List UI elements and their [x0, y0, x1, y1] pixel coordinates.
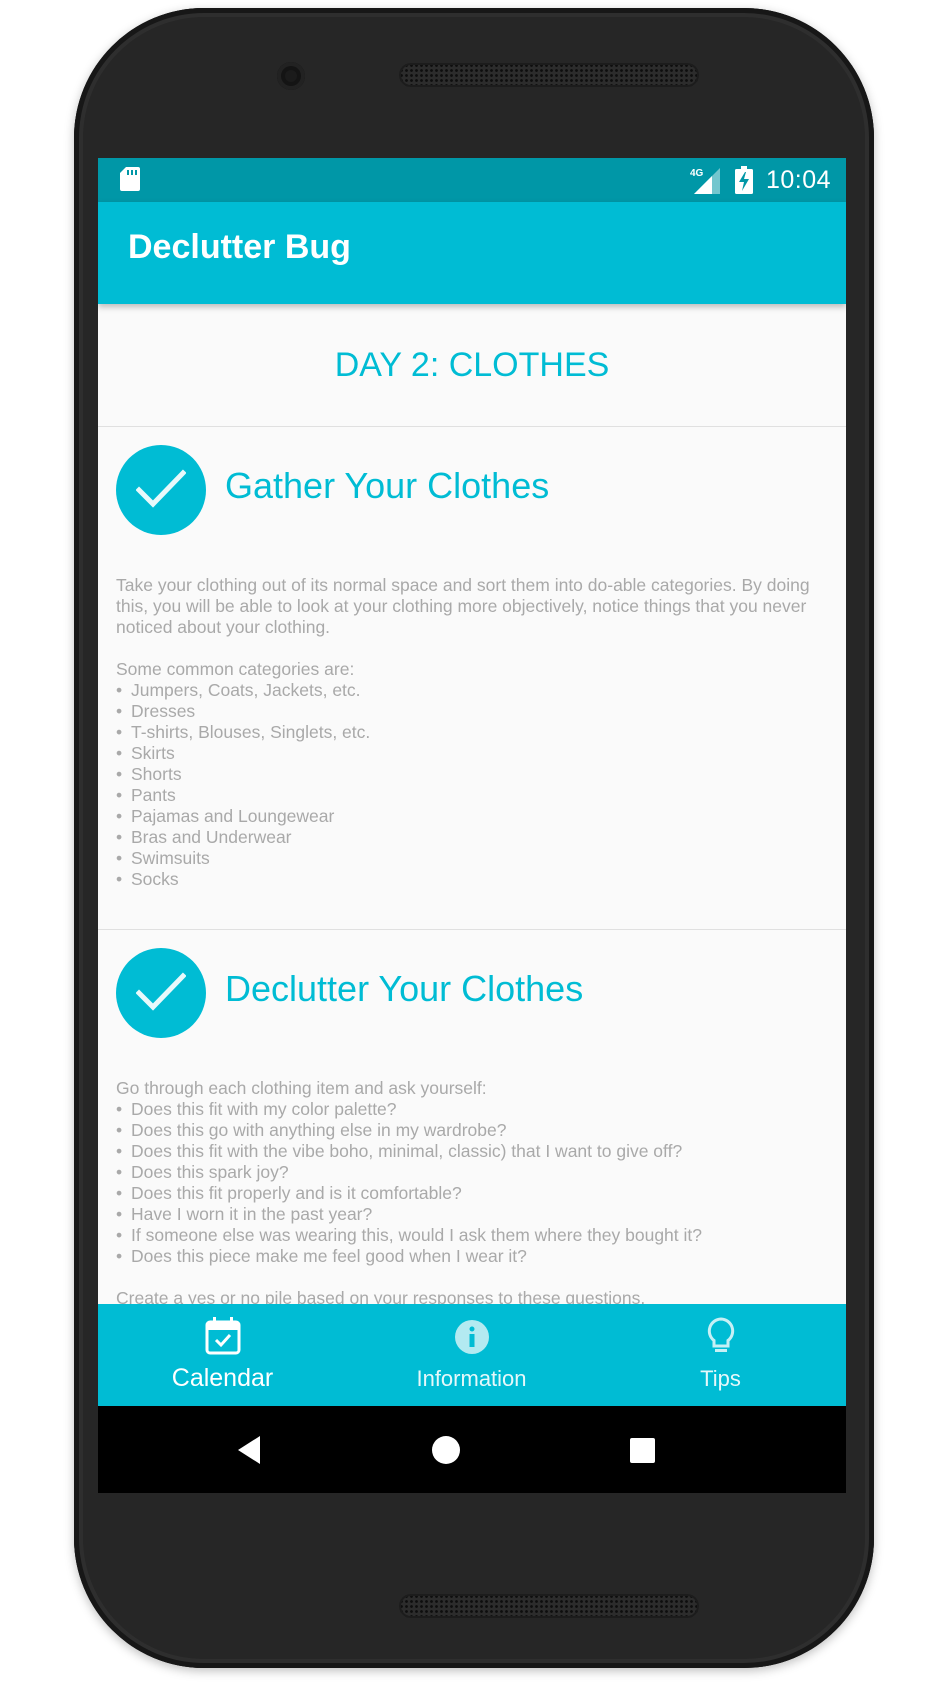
task-complete-checkbox[interactable]: [116, 948, 206, 1038]
calendar-icon: [205, 1317, 241, 1355]
list-heading: Some common categories are:: [116, 659, 355, 679]
task-complete-checkbox[interactable]: [116, 445, 206, 535]
category-list: Jumpers, Coats, Jackets, etc. Dresses T-…: [116, 680, 828, 890]
list-item: Does this fit with the vibe boho, minima…: [116, 1141, 828, 1162]
info-icon: [455, 1320, 489, 1354]
bottom-navigation: Calendar Information Tips: [98, 1304, 846, 1406]
section-outro: Create a yes or no pile based on your re…: [116, 1288, 646, 1304]
signal-icon: 4G: [690, 168, 720, 194]
list-item: Have I worn it in the past year?: [116, 1204, 828, 1225]
nav-label: Calendar: [171, 1364, 274, 1392]
home-icon[interactable]: [428, 1432, 464, 1468]
section-title: Declutter Your Clothes: [225, 968, 584, 1009]
list-item: Does this fit with my color palette?: [116, 1099, 828, 1120]
nav-label: Information: [416, 1366, 527, 1391]
list-item: Does this fit properly and is it comfort…: [116, 1183, 828, 1204]
list-item: Skirts: [116, 743, 828, 764]
checkmark-icon: [136, 972, 186, 1011]
app-title: Declutter Bug: [128, 228, 351, 266]
list-item: Does this spark joy?: [116, 1162, 828, 1183]
svg-text:4G: 4G: [690, 168, 704, 179]
recents-icon[interactable]: [624, 1432, 660, 1468]
list-item: Does this piece make me feel good when I…: [116, 1246, 828, 1267]
app-bar: Declutter Bug: [98, 202, 846, 304]
nav-tips[interactable]: Tips: [596, 1304, 845, 1406]
task-section-gather: Gather Your Clothes Take your clothing o…: [98, 427, 846, 930]
earpiece-speaker: [399, 63, 699, 87]
lightbulb-icon: [707, 1317, 735, 1352]
checkmark-icon: [136, 469, 186, 508]
list-item: T-shirts, Blouses, Singlets, etc.: [116, 722, 828, 743]
nav-calendar[interactable]: Calendar: [98, 1304, 347, 1406]
back-icon[interactable]: [232, 1432, 268, 1468]
day-header: DAY 2: CLOTHES: [98, 304, 846, 427]
system-navigation-bar: [98, 1406, 846, 1493]
list-item: Shorts: [116, 764, 828, 785]
section-title: Gather Your Clothes: [225, 465, 550, 506]
phone-screen: 4G 10:04 Declutter Bug DAY 2: CLOTHES Ga…: [98, 158, 846, 1493]
bottom-speaker: [399, 1594, 699, 1618]
day-content[interactable]: DAY 2: CLOTHES Gather Your Clothes Take …: [98, 304, 846, 1304]
question-list: Does this fit with my color palette? Doe…: [116, 1099, 828, 1267]
sd-card-icon: [120, 167, 140, 191]
section-body: Go through each clothing item and ask yo…: [116, 1078, 828, 1304]
list-item: Jumpers, Coats, Jackets, etc.: [116, 680, 828, 701]
list-item: Does this go with anything else in my wa…: [116, 1120, 828, 1141]
section-body: Take your clothing out of its normal spa…: [116, 575, 828, 890]
list-item: Dresses: [116, 701, 828, 722]
section-intro: Take your clothing out of its normal spa…: [116, 575, 810, 637]
list-item: Pajamas and Loungewear: [116, 806, 828, 827]
nav-information[interactable]: Information: [347, 1304, 596, 1406]
list-item: Bras and Underwear: [116, 827, 828, 848]
battery-charging-icon: [735, 166, 753, 194]
task-section-declutter: Declutter Your Clothes Go through each c…: [98, 930, 846, 1304]
list-item: If someone else was wearing this, would …: [116, 1225, 828, 1246]
list-item: Socks: [116, 869, 828, 890]
page-title: DAY 2: CLOTHES: [334, 346, 610, 384]
list-heading: Go through each clothing item and ask yo…: [116, 1078, 487, 1098]
status-time: 10:04: [766, 166, 832, 194]
list-item: Swimsuits: [116, 848, 828, 869]
status-bar: 4G 10:04: [98, 158, 846, 202]
front-camera: [277, 62, 305, 90]
list-item: Pants: [116, 785, 828, 806]
nav-label: Tips: [700, 1366, 741, 1391]
